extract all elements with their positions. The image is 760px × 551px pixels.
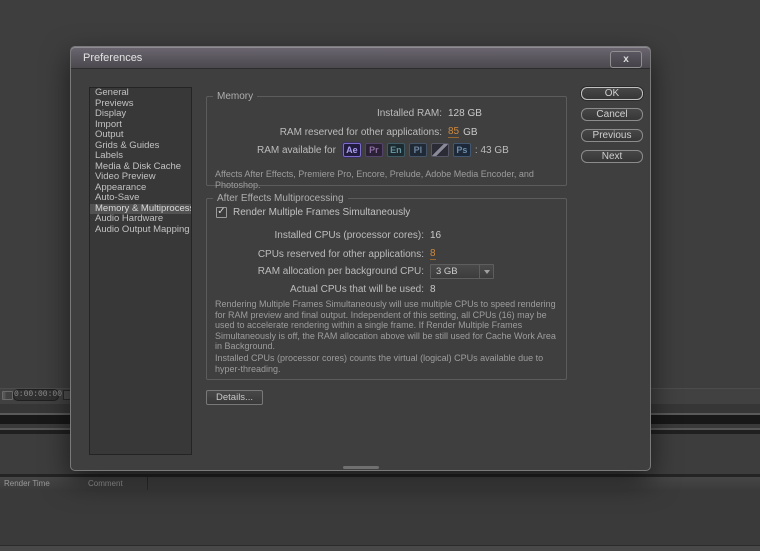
render-multiple-frames-row: ✓ Render Multiple Frames Simultaneously xyxy=(216,207,410,218)
installed-ram-row: Installed RAM: 128 GB xyxy=(214,108,482,119)
ram-reserved-label: RAM reserved for other applications: xyxy=(214,127,442,138)
app-icon-group: Ae Pr En Pl Ps xyxy=(343,143,475,157)
multiprocessing-group: After Effects Multiprocessing ✓ Render M… xyxy=(206,198,567,380)
preferences-dialog: Preferences x General Previews Display I… xyxy=(70,46,651,471)
preferences-category-list: General Previews Display Import Output G… xyxy=(89,87,192,455)
render-multiple-frames-checkbox[interactable]: ✓ xyxy=(216,207,227,218)
ok-button[interactable]: OK xyxy=(581,87,643,100)
ram-reserved-value[interactable]: 85 xyxy=(448,126,459,138)
dialog-title: Preferences xyxy=(83,52,142,64)
dropdown-arrow-button[interactable] xyxy=(479,265,493,278)
sidebar-item-output[interactable]: Output xyxy=(90,130,191,141)
sidebar-item-media-disk-cache[interactable]: Media & Disk Cache xyxy=(90,162,191,173)
previous-button[interactable]: Previous xyxy=(581,129,643,142)
installed-ram-value: 128 GB xyxy=(448,108,482,119)
ram-reserved-suffix: GB xyxy=(463,127,477,138)
memory-group-title: Memory xyxy=(213,91,257,102)
current-timecode[interactable]: 0:00:00:00 xyxy=(13,389,59,401)
memory-group: Memory Installed RAM: 128 GB RAM reserve… xyxy=(206,96,567,186)
premiere-pro-icon: Pr xyxy=(365,143,383,157)
reserved-cpus-row: CPUs reserved for other applications: 8 xyxy=(214,248,436,260)
reserved-cpus-value[interactable]: 8 xyxy=(430,248,436,260)
ram-available-label: RAM available for xyxy=(257,145,336,156)
sidebar-item-video-preview[interactable]: Video Preview xyxy=(90,172,191,183)
sidebar-item-general[interactable]: General xyxy=(90,88,191,99)
sidebar-item-import[interactable]: Import xyxy=(90,120,191,131)
sidebar-item-auto-save[interactable]: Auto-Save xyxy=(90,193,191,204)
media-encoder-icon xyxy=(431,143,449,157)
sidebar-item-audio-output-mapping[interactable]: Audio Output Mapping xyxy=(90,225,191,236)
details-button[interactable]: Details... xyxy=(206,390,263,405)
after-effects-icon: Ae xyxy=(343,143,361,157)
installed-cpus-value: 16 xyxy=(430,230,441,241)
sidebar-item-labels[interactable]: Labels xyxy=(90,151,191,162)
actual-cpus-value: 8 xyxy=(430,284,436,295)
chevron-down-icon xyxy=(484,270,490,274)
ram-available-value: : 43 GB xyxy=(475,145,509,156)
render-queue-body xyxy=(0,490,760,545)
prelude-icon: Pl xyxy=(409,143,427,157)
ram-reserved-row: RAM reserved for other applications: 85 … xyxy=(214,126,478,138)
photoshop-icon: Ps xyxy=(453,143,471,157)
sidebar-item-memory-multiprocessing[interactable]: Memory & Multiprocessing xyxy=(90,204,191,215)
comp-mini-flowchart-icon[interactable] xyxy=(2,391,13,400)
installed-cpus-row: Installed CPUs (processor cores): 16 xyxy=(214,230,441,241)
sidebar-item-grids-guides[interactable]: Grids & Guides xyxy=(90,141,191,152)
render-queue-footer-band xyxy=(0,545,760,551)
render-queue-header-row: Render Time Comment xyxy=(0,477,760,491)
dialog-titlebar[interactable]: Preferences x xyxy=(71,47,650,69)
ram-available-row: RAM available for Ae Pr En Pl Ps : 43 GB xyxy=(214,143,509,157)
reserved-cpus-label: CPUs reserved for other applications: xyxy=(214,249,424,260)
resize-grip[interactable] xyxy=(343,466,379,469)
sidebar-item-audio-hardware[interactable]: Audio Hardware xyxy=(90,214,191,225)
ram-allocation-selected-value: 3 GB xyxy=(431,265,479,278)
sidebar-item-display[interactable]: Display xyxy=(90,109,191,120)
installed-ram-label: Installed RAM: xyxy=(214,108,442,119)
hyperthreading-note: Installed CPUs (processor cores) counts … xyxy=(215,353,559,374)
next-button[interactable]: Next xyxy=(581,150,643,163)
multiprocessing-description: Rendering Multiple Frames Simultaneously… xyxy=(215,299,559,352)
ram-allocation-label: RAM allocation per background CPU: xyxy=(214,266,424,277)
comment-column-header: Comment xyxy=(88,479,123,488)
actual-cpus-label: Actual CPUs that will be used: xyxy=(214,284,424,295)
column-separator xyxy=(147,477,148,490)
render-time-column-header: Render Time xyxy=(4,479,50,488)
sidebar-item-previews[interactable]: Previews xyxy=(90,99,191,110)
cancel-button[interactable]: Cancel xyxy=(581,108,643,121)
affects-note: Affects After Effects, Premiere Pro, Enc… xyxy=(215,169,559,190)
close-button[interactable]: x xyxy=(610,51,642,68)
encore-icon: En xyxy=(387,143,405,157)
ram-allocation-dropdown[interactable]: 3 GB xyxy=(430,264,494,279)
installed-cpus-label: Installed CPUs (processor cores): xyxy=(214,230,424,241)
actual-cpus-row: Actual CPUs that will be used: 8 xyxy=(214,284,436,295)
multiprocessing-group-title: After Effects Multiprocessing xyxy=(213,193,348,204)
sidebar-item-appearance[interactable]: Appearance xyxy=(90,183,191,194)
render-multiple-frames-label: Render Multiple Frames Simultaneously xyxy=(233,207,410,218)
ram-allocation-row: RAM allocation per background CPU: 3 GB xyxy=(214,264,494,279)
